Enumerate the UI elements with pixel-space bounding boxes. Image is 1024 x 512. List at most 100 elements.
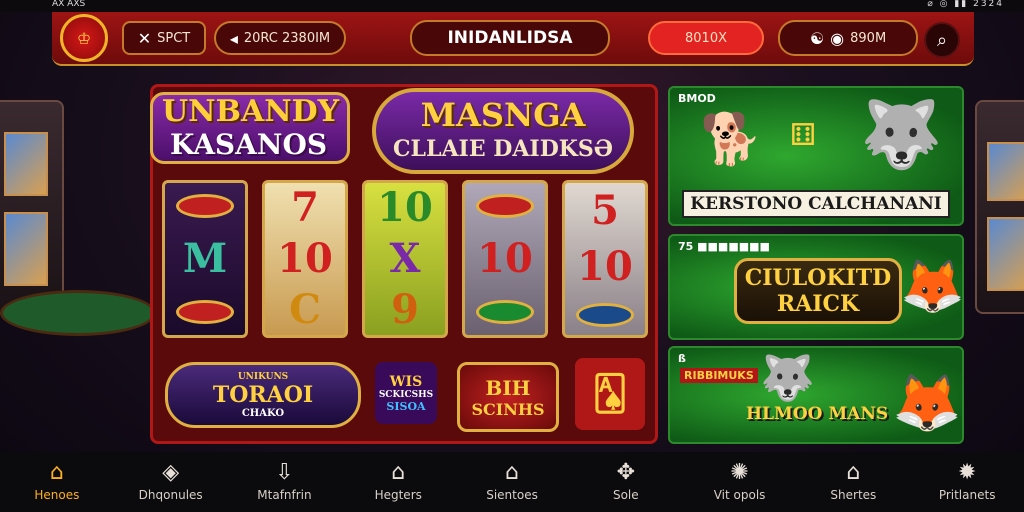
coin-icon: ◉ [830,28,845,48]
gear-icon: ✺ [730,460,749,485]
chip-icon [176,300,234,325]
chip-icon: ✥ [616,460,636,485]
logo-icon: ♔ [76,29,92,48]
account-button[interactable]: ☯ ◉ 890M [778,20,918,56]
spct-button[interactable]: ✕ SPCT [122,21,206,55]
nav-label: Hegters [374,488,422,502]
close-icon: ✕ [137,28,152,48]
nav-item-7[interactable]: ✺ Vit opols [683,452,797,512]
left-slot-machine-decor [0,100,64,314]
reel-2: 7 10 C [262,180,348,338]
badge-icon: ◈ [162,460,180,485]
slot-machine-screen [4,212,48,286]
nav-label: Sole [612,488,639,502]
card-title: HLMOO MANS [746,404,889,424]
chip-icon [476,193,534,218]
chip-icon [476,300,534,325]
bonus-button[interactable]: ◂ 20RC 2380IM [214,21,346,55]
reel-1: M [162,180,248,338]
balance-value: 8010X [685,30,727,46]
reel-3: 10 X 9 [362,180,448,338]
badge-title-line2: KASANOS [170,128,328,161]
page-title-text: INIDANLIDSA [447,28,573,48]
playing-cards-icon: 🂡 [592,374,628,414]
nav-label: Vit opols [713,488,766,502]
page-title: INIDANLIDSA [410,20,610,56]
nav-label: Sientoes [486,488,538,502]
card-tag: 75 ■■■■■■■ [678,240,770,253]
badge-line: SCKICSHS [378,389,434,400]
status-left-text: AX AXS [52,0,86,9]
dog-mascot-icon: 🐕 [700,110,763,168]
reel-symbol: 9 [391,285,419,333]
nav-item-4[interactable]: ⌂ Hegters [341,452,455,512]
reel-4: 10 [462,180,548,338]
nav-label: Pritlanets [938,488,996,502]
card-title-line2: RAICK [776,291,860,317]
spct-label: SPCT [157,30,191,46]
promo-card-2[interactable]: 75 ■■■■■■■ CIULOKITD RAICK 🦊 [668,234,964,340]
dice-icon: ⚅ [790,118,817,153]
nav-item-5[interactable]: ⌂ Sientoes [455,452,569,512]
badge-line: TORAOI [212,381,314,408]
download-icon: ⇩ [275,460,294,485]
badge-title-line1: UNBANDY [162,94,340,129]
reel-symbol: 10 [377,184,433,232]
nav-item-3[interactable]: ⇩ Mtafnfrin [228,452,342,512]
badge-line: BIH [485,375,531,400]
reel-symbol: M [182,234,228,282]
user-icon: ☯ [809,28,825,48]
badge-title-line1: MASNGA [420,96,586,134]
search-icon: ⌕ [936,29,948,51]
nav-label: Mtafnfrin [257,488,312,502]
featured-games-strip: UNIKUNS TORAOI CHAKO WIS SCKICSHS SISOA … [155,348,653,440]
card-tag: ß [678,352,686,365]
game-badge-wis[interactable]: WIS SCKICSHS SISOA [375,362,437,424]
slot-machine-screen [4,132,48,196]
balance-display[interactable]: 8010X [648,21,764,55]
badge-line: SISOA [386,399,426,413]
reel-symbol: 7 [291,184,319,232]
home-icon: ⌂ [49,460,64,485]
settings-icon: ✹ [957,460,977,485]
game-badge-toraoi[interactable]: UNIKUNS TORAOI CHAKO [165,362,361,428]
nav-item-8[interactable]: ⌂ Shertes [796,452,910,512]
left-table-decor [0,290,156,336]
badge-title-line2: CLLAIE DAIDKSƏ [393,136,613,162]
nav-item-9[interactable]: ✹ Pritlanets [910,452,1024,512]
slot-machine-screen [987,217,1024,291]
house-icon: ⌂ [846,460,861,485]
badge-line: UNIKUNS [237,371,289,382]
nav-item-6[interactable]: ✥ Sole [569,452,683,512]
fox-mascot-icon: 🦊 [892,371,962,436]
search-button[interactable]: ⌕ [924,22,960,58]
badge-line: CHAKO [241,407,285,419]
card-title-badge: CIULOKITD RAICK [734,258,902,324]
slot-machine-screen [987,142,1024,201]
card-tag: BMOD [678,92,716,105]
app-logo[interactable]: ♔ [60,14,108,62]
promo-card-3[interactable]: ß RIBBIMUKS 🐺 🦊 HLMOO MANS [668,346,964,444]
badge-line: WIS [389,373,423,390]
badge-line: SCINHS [471,399,545,419]
card-title-line1: CIULOKITD [744,265,892,291]
wolf-mascot-icon: 🐺 [860,96,943,173]
nav-item-2[interactable]: ◈ Dhqonules [114,452,228,512]
nav-label: Shertes [830,488,877,502]
promo-card-1[interactable]: BMOD 🐕 🐺 ⚅ KERSTONO CALCHANANI [668,86,964,226]
masnga-badge[interactable]: MASNGA CLLAIE DAIDKSƏ [372,88,634,174]
chip-icon [176,193,234,218]
reel-symbol: 10 [477,234,533,282]
game-badge-scinhs[interactable]: BIH SCINHS [457,362,559,432]
unbandy-kasanos-badge[interactable]: UNBANDY KASANOS [140,80,360,172]
house-icon: ⌂ [505,460,519,485]
nav-item-home[interactable]: ⌂ Henoes [0,452,114,512]
bonus-label: 20RC 2380IM [243,30,331,46]
reel-symbol: 5 [591,187,619,234]
reel-symbol: C [289,285,321,333]
game-badge-cards[interactable]: 🂡 [575,358,645,430]
reel-symbol: 10 [577,243,633,290]
reel-symbol: 10 [277,234,333,282]
back-arrow-icon: ◂ [229,28,238,48]
account-label: 890M [850,30,887,46]
